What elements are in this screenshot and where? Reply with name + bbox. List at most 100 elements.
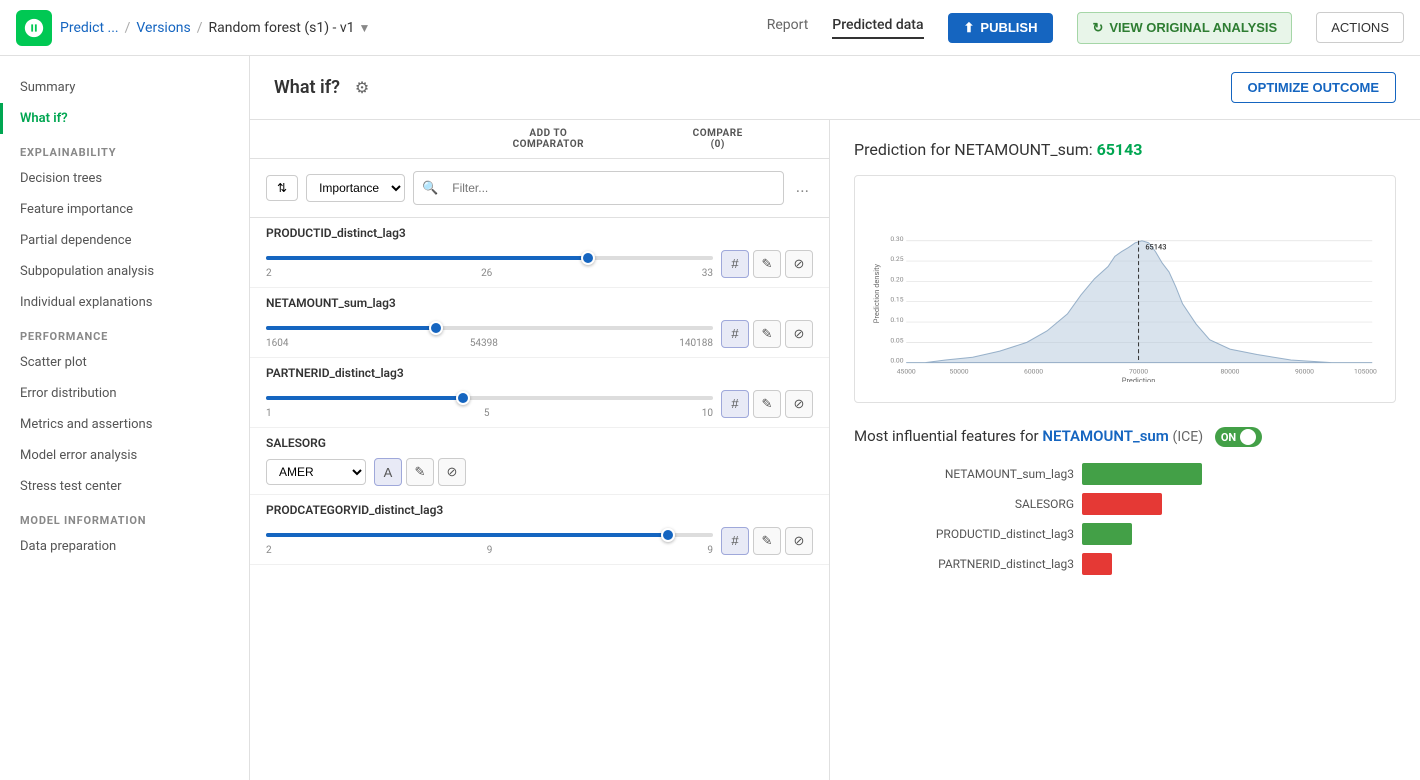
sidebar-item-metrics-assertions[interactable]: Metrics and assertions bbox=[0, 409, 249, 440]
page-title: What if? bbox=[274, 77, 340, 98]
svg-text:0.20: 0.20 bbox=[890, 275, 903, 283]
content-area: What if? ⚙ OPTIMIZE OUTCOME ADD TO COMPA… bbox=[250, 56, 1420, 780]
bar-row: PRODUCTID_distinct_lag3 bbox=[854, 523, 1396, 545]
breadcrumb-current: Random forest (s1) - v1 ▼ bbox=[209, 20, 371, 36]
action-buttons: # ✎ ⊘ bbox=[721, 390, 813, 418]
text-button[interactable]: A bbox=[374, 458, 402, 486]
tab-predicted-data[interactable]: Predicted data bbox=[832, 17, 923, 39]
action-buttons: A ✎ ⊘ bbox=[374, 458, 466, 486]
influential-section: Most influential features for NETAMOUNT_… bbox=[854, 427, 1396, 576]
hash-button[interactable]: # bbox=[721, 250, 749, 278]
chevron-down-icon[interactable]: ▼ bbox=[359, 21, 371, 35]
edit-button[interactable]: ✎ bbox=[753, 250, 781, 278]
slider-track[interactable] bbox=[266, 326, 713, 330]
top-nav: Report Predicted data ⬆ PUBLISH ↻ VIEW O… bbox=[767, 12, 1404, 44]
bar-container bbox=[1082, 523, 1396, 545]
compare-header: COMPARE bbox=[642, 128, 793, 139]
section-title: Most influential features for NETAMOUNT_… bbox=[854, 427, 1396, 448]
sidebar-item-error-distribution[interactable]: Error distribution bbox=[0, 378, 249, 409]
sidebar-item-decision-trees[interactable]: Decision trees bbox=[0, 163, 249, 194]
reset-button[interactable]: ⊘ bbox=[438, 458, 466, 486]
bar-red bbox=[1082, 493, 1162, 515]
ellipsis-button[interactable]: ... bbox=[792, 179, 813, 197]
slider-labels: 2 9 9 bbox=[266, 545, 713, 556]
prediction-title: Prediction for NETAMOUNT_sum: 65143 bbox=[854, 140, 1396, 159]
edit-button[interactable]: ✎ bbox=[753, 390, 781, 418]
view-original-button[interactable]: ↻ VIEW ORIGINAL ANALYSIS bbox=[1077, 12, 1292, 44]
filter-input[interactable] bbox=[442, 176, 774, 200]
sort-icon: ⇅ bbox=[277, 181, 287, 195]
app-logo bbox=[16, 10, 52, 46]
slider-fill bbox=[266, 533, 668, 537]
sidebar-item-model-error-analysis[interactable]: Model error analysis bbox=[0, 440, 249, 471]
slider-container: 1604 54398 140188 bbox=[266, 318, 713, 349]
importance-select[interactable]: Importance bbox=[306, 174, 405, 202]
sidebar-item-whatif[interactable]: What if? bbox=[0, 103, 249, 134]
column-headers: ADD TO COMPARATOR COMPARE (0) bbox=[250, 120, 829, 159]
slider-labels: 1 5 10 bbox=[266, 408, 713, 419]
svg-text:Prediction density: Prediction density bbox=[872, 263, 881, 323]
edit-button[interactable]: ✎ bbox=[753, 320, 781, 348]
slider-labels: 1604 54398 140188 bbox=[266, 338, 713, 349]
bar-container bbox=[1082, 463, 1396, 485]
sidebar-item-scatter-plot[interactable]: Scatter plot bbox=[0, 347, 249, 378]
tab-report[interactable]: Report bbox=[767, 17, 809, 39]
prediction-value: 65143 bbox=[1097, 140, 1143, 159]
sidebar-item-stress-test-center[interactable]: Stress test center bbox=[0, 471, 249, 502]
bar-container bbox=[1082, 493, 1396, 515]
svg-text:45000: 45000 bbox=[897, 368, 916, 376]
svg-text:60000: 60000 bbox=[1024, 368, 1043, 376]
ice-toggle[interactable]: ON bbox=[1215, 427, 1262, 447]
slider-thumb[interactable] bbox=[456, 391, 470, 405]
sidebar-item-individual-explanations[interactable]: Individual explanations bbox=[0, 287, 249, 318]
reset-button[interactable]: ⊘ bbox=[785, 527, 813, 555]
sidebar-item-summary[interactable]: Summary bbox=[0, 72, 249, 103]
slider-track[interactable] bbox=[266, 396, 713, 400]
edit-button[interactable]: ✎ bbox=[406, 458, 434, 486]
slider-track[interactable] bbox=[266, 256, 713, 260]
sidebar-item-partial-dependence[interactable]: Partial dependence bbox=[0, 225, 249, 256]
salesorg-select[interactable]: AMER bbox=[266, 459, 366, 485]
hash-button[interactable]: # bbox=[721, 527, 749, 555]
whatif-title-container: What if? ⚙ bbox=[274, 74, 376, 102]
edit-button[interactable]: ✎ bbox=[753, 527, 781, 555]
optimize-button[interactable]: OPTIMIZE OUTCOME bbox=[1231, 72, 1396, 103]
reset-button[interactable]: ⊘ bbox=[785, 250, 813, 278]
slider-thumb[interactable] bbox=[429, 321, 443, 335]
svg-text:0.30: 0.30 bbox=[890, 235, 903, 243]
publish-button[interactable]: ⬆ PUBLISH bbox=[948, 13, 1054, 43]
svg-text:80000: 80000 bbox=[1220, 368, 1239, 376]
gear-button[interactable]: ⚙ bbox=[348, 74, 376, 102]
hash-button[interactable]: # bbox=[721, 320, 749, 348]
svg-text:Prediction: Prediction bbox=[1122, 376, 1156, 382]
action-buttons: # ✎ ⊘ bbox=[721, 320, 813, 348]
sort-button[interactable]: ⇅ bbox=[266, 175, 298, 201]
hash-button[interactable]: # bbox=[721, 390, 749, 418]
sidebar-section-model-info: MODEL INFORMATION bbox=[0, 502, 249, 531]
sidebar-item-subpopulation-analysis[interactable]: Subpopulation analysis bbox=[0, 256, 249, 287]
feature-row: 2 9 9 # ✎ ⊘ bbox=[266, 525, 813, 556]
slider-track[interactable] bbox=[266, 533, 713, 537]
sidebar-section-explainability: EXPLAINABILITY bbox=[0, 134, 249, 163]
slider-thumb[interactable] bbox=[581, 251, 595, 265]
sidebar-item-data-preparation[interactable]: Data preparation bbox=[0, 531, 249, 562]
feature-name: PRODCATEGORYID_distinct_lag3 bbox=[266, 503, 813, 517]
slider-labels: 2 26 33 bbox=[266, 268, 713, 279]
sidebar: Summary What if? EXPLAINABILITY Decision… bbox=[0, 56, 250, 780]
bar-container bbox=[1082, 553, 1396, 575]
slider-thumb[interactable] bbox=[661, 528, 675, 542]
feature-link: NETAMOUNT_sum bbox=[1042, 427, 1168, 445]
sidebar-item-feature-importance[interactable]: Feature importance bbox=[0, 194, 249, 225]
actions-button[interactable]: ACTIONS bbox=[1316, 12, 1404, 43]
breadcrumb-versions[interactable]: Versions bbox=[136, 20, 190, 36]
publish-icon: ⬆ bbox=[964, 20, 975, 36]
reset-button[interactable]: ⊘ bbox=[785, 320, 813, 348]
feature-row: AMER A ✎ ⊘ bbox=[266, 458, 813, 486]
prediction-chart: Prediction density 0.00 0.05 0.10 0.15 0… bbox=[854, 175, 1396, 403]
breadcrumb-predict[interactable]: Predict ... bbox=[60, 20, 119, 36]
reset-button[interactable]: ⊘ bbox=[785, 390, 813, 418]
bar-row: SALESORG bbox=[854, 493, 1396, 515]
feature-item: PRODCATEGORYID_distinct_lag3 2 9 bbox=[250, 495, 829, 565]
svg-text:65143: 65143 bbox=[1145, 243, 1166, 252]
action-buttons: # ✎ ⊘ bbox=[721, 250, 813, 278]
